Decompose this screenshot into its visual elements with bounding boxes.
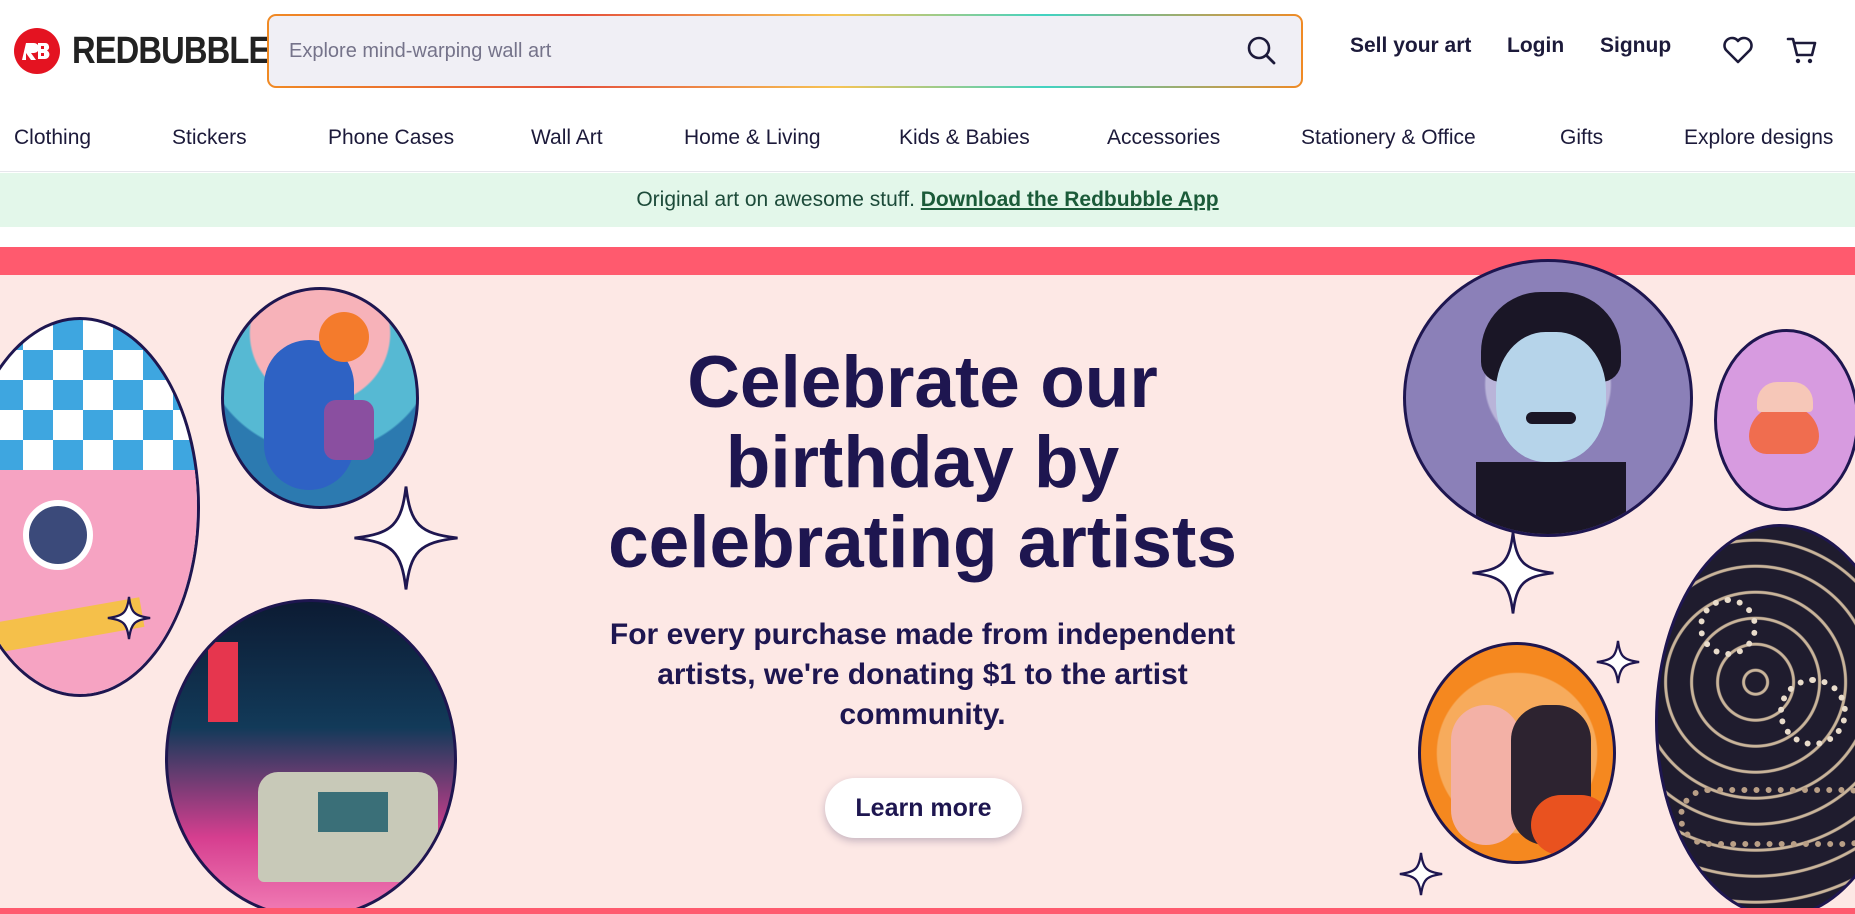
hero-subtitle: For every purchase made from independent…: [609, 618, 1236, 731]
sparkle-icon: [107, 596, 151, 640]
nav-explore-designs[interactable]: Explore designs: [1684, 126, 1833, 150]
sparkle-icon: [1399, 852, 1443, 896]
nav-home-living[interactable]: Home & Living: [684, 126, 821, 150]
nav-accessories[interactable]: Accessories: [1107, 126, 1220, 150]
login-link[interactable]: Login: [1507, 34, 1564, 58]
nav-gifts[interactable]: Gifts: [1560, 126, 1603, 150]
sparkle-icon: [354, 486, 458, 590]
search-box: [267, 14, 1303, 88]
sparkle-icon: [1472, 532, 1554, 614]
cart-icon[interactable]: [1785, 33, 1819, 67]
nav-stickers[interactable]: Stickers: [172, 126, 247, 150]
category-nav: Clothing Stickers Phone Cases Wall Art H…: [0, 104, 1855, 172]
hero-banner: Celebrate our birthday by celebrating ar…: [0, 247, 1855, 914]
nav-stationery-office[interactable]: Stationery & Office: [1301, 126, 1476, 150]
nav-phone-cases[interactable]: Phone Cases: [328, 126, 454, 150]
sell-your-art-link[interactable]: Sell your art: [1350, 34, 1471, 58]
download-app-link[interactable]: Download the Redbubble App: [921, 188, 1219, 211]
laundry-artwork: [0, 317, 200, 697]
redbubble-logo[interactable]: REDBUBBLE: [14, 27, 302, 75]
kissing-couple-artwork: [1418, 642, 1616, 864]
aboriginal-dot-artwork: [1655, 524, 1855, 914]
app-promo-banner: Original art on awesome stuff. Download …: [0, 173, 1855, 227]
sparkle-icon: [1596, 640, 1640, 684]
heart-icon[interactable]: [1721, 33, 1755, 67]
edgar-allan-poe-portrait-artwork: [1403, 259, 1693, 537]
site-header: REDBUBBLE Sell your art Login Signup: [0, 0, 1855, 104]
nav-kids-babies[interactable]: Kids & Babies: [899, 126, 1030, 150]
crab-cowboy-artwork: [1714, 329, 1855, 511]
signup-link[interactable]: Signup: [1600, 34, 1671, 58]
search-field-container: [269, 16, 1301, 86]
logo-wordmark: REDBUBBLE: [72, 29, 270, 72]
nav-clothing[interactable]: Clothing: [14, 126, 91, 150]
woman-swimsuit-artwork: [221, 287, 419, 509]
learn-more-button[interactable]: Learn more: [825, 778, 1022, 838]
search-input[interactable]: [289, 16, 1219, 86]
promo-text: Original art on awesome stuff.: [636, 188, 921, 211]
search-icon[interactable]: [1245, 34, 1277, 66]
nav-wall-art[interactable]: Wall Art: [531, 126, 603, 150]
hero-bottom-band: [0, 908, 1855, 914]
tokyo-street-artwork: [165, 599, 457, 914]
redbubble-logo-icon: [14, 28, 60, 74]
hero-title: Celebrate our birthday by celebrating ar…: [608, 342, 1237, 583]
